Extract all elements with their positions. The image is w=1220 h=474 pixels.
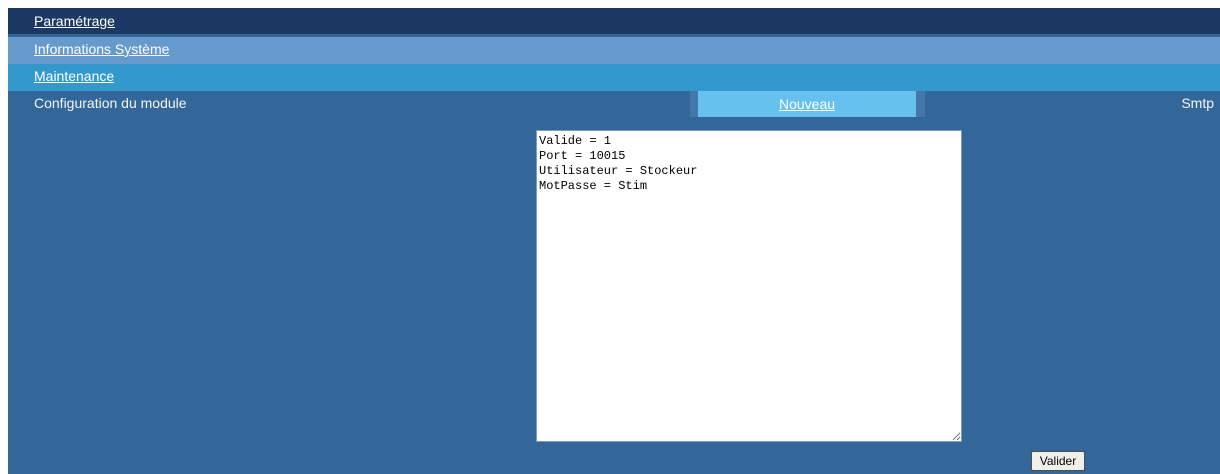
menu-link-parametrage[interactable]: Paramétrage — [34, 13, 115, 29]
app-frame: Paramétrage Informations Système Mainten… — [8, 8, 1220, 474]
valider-button[interactable]: Valider — [1031, 451, 1085, 471]
config-module-label: Configuration du module — [34, 95, 187, 111]
menu-row-informations-systeme: Informations Système — [8, 37, 1220, 64]
tab-nouveau[interactable]: Nouveau — [690, 91, 925, 117]
tab-nouveau-inner: Nouveau — [698, 91, 916, 117]
menu-row-maintenance: Maintenance — [8, 64, 1220, 91]
menu-row-parametrage: Paramétrage — [8, 8, 1220, 34]
module-name-label: Smtp — [1181, 95, 1214, 111]
menu-link-maintenance[interactable]: Maintenance — [34, 68, 114, 84]
module-config-bar: Configuration du module Nouveau Smtp — [8, 91, 1220, 121]
menu-link-informations-systeme[interactable]: Informations Système — [34, 41, 169, 57]
tab-nouveau-link[interactable]: Nouveau — [779, 96, 835, 112]
config-textarea[interactable]: Valide = 1 Port = 10015 Utilisateur = St… — [536, 130, 962, 442]
